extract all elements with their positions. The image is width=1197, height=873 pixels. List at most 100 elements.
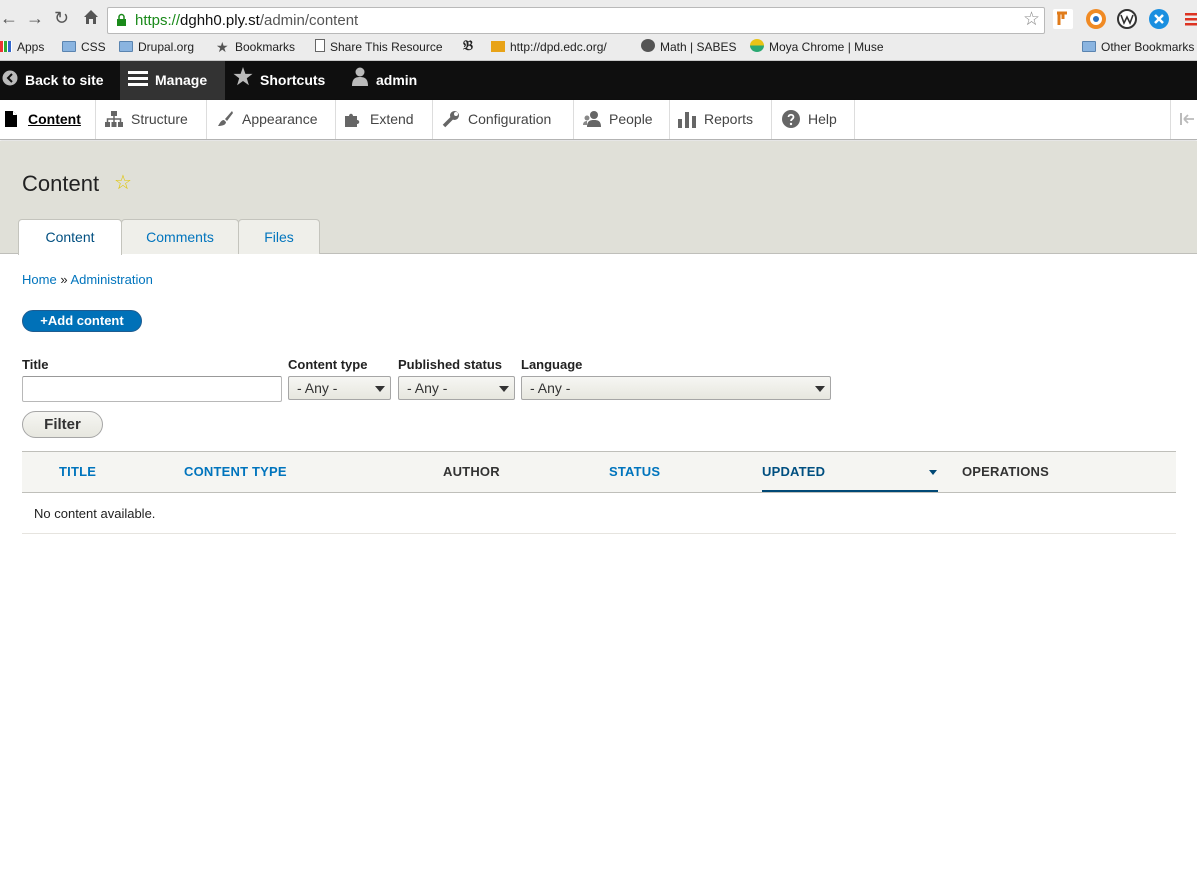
puzzle-icon bbox=[344, 104, 362, 127]
content-type-filter-label: Content type bbox=[288, 357, 368, 372]
bookmark-moya-chrome[interactable]: Moya Chrome | Muse bbox=[750, 39, 885, 55]
lock-icon bbox=[116, 13, 127, 27]
gothic-b-icon: 𝔅 bbox=[463, 39, 474, 54]
sitemap-icon bbox=[105, 104, 123, 127]
bookmarks-bar: Apps CSS Drupal.org ★ Bookmarks Share Thi… bbox=[0, 36, 1197, 58]
column-header-content-type[interactable]: Content type bbox=[184, 452, 287, 492]
table-header: Title Content type Author Status Updated… bbox=[22, 451, 1176, 493]
sort-descending-icon bbox=[929, 470, 937, 475]
paintbrush-icon bbox=[216, 104, 234, 126]
column-header-author: Author bbox=[443, 464, 500, 479]
site-icon bbox=[641, 39, 655, 52]
page-title: Content bbox=[22, 171, 100, 196]
tray-item-people[interactable]: People bbox=[574, 100, 670, 139]
tab-files[interactable]: Files bbox=[238, 219, 320, 254]
chrome-menu-icon[interactable] bbox=[1183, 9, 1197, 29]
page-icon bbox=[315, 39, 325, 52]
tray-orientation-toggle[interactable] bbox=[1170, 100, 1197, 139]
user-tab[interactable]: admin bbox=[351, 61, 417, 100]
bookmark-b-site[interactable]: 𝔅 bbox=[463, 39, 473, 55]
tray-item-structure[interactable]: Structure bbox=[96, 100, 207, 139]
add-content-button[interactable]: +Add content bbox=[22, 310, 142, 332]
admin-toolbar: Back to site Manage Shortcuts admin bbox=[0, 61, 1197, 100]
extension-orange-icon[interactable] bbox=[1053, 9, 1073, 29]
tab-comments[interactable]: Comments bbox=[121, 219, 239, 254]
user-icon bbox=[351, 62, 369, 101]
bar-chart-icon bbox=[678, 104, 696, 128]
published-status-filter-label: Published status bbox=[398, 357, 503, 372]
file-icon bbox=[2, 104, 20, 127]
content-type-select[interactable]: - Any - bbox=[288, 376, 391, 400]
breadcrumb-separator: » bbox=[60, 272, 68, 287]
folder-icon bbox=[1082, 41, 1096, 52]
breadcrumb-administration[interactable]: Administration bbox=[70, 272, 152, 287]
language-select-value: - Any - bbox=[530, 380, 571, 396]
chevron-down-icon bbox=[499, 386, 509, 392]
column-header-updated[interactable]: Updated bbox=[762, 452, 825, 492]
breadcrumb: Home » Administration bbox=[22, 271, 153, 289]
bookmark-bookmarks[interactable]: ★ Bookmarks bbox=[216, 39, 295, 55]
breadcrumb-home[interactable]: Home bbox=[22, 272, 57, 287]
people-icon bbox=[583, 104, 601, 127]
tray-item-content[interactable]: Content bbox=[0, 100, 96, 139]
back-to-site-link[interactable]: Back to site bbox=[0, 61, 104, 100]
url-text: https://dghh0.ply.st/admin/content bbox=[135, 12, 359, 29]
forward-arrow-icon[interactable]: → bbox=[26, 8, 44, 28]
column-header-title[interactable]: Title bbox=[59, 452, 96, 492]
title-filter-label: Title bbox=[22, 357, 49, 372]
help-icon bbox=[782, 104, 800, 128]
tray-item-extend[interactable]: Extend bbox=[336, 100, 433, 139]
bookmark-share-this-resource[interactable]: Share This Resource bbox=[315, 39, 443, 55]
shortcuts-tab[interactable]: Shortcuts bbox=[233, 61, 325, 100]
apps-grid-icon bbox=[0, 41, 12, 52]
hamburger-icon bbox=[128, 62, 148, 101]
bookmark-apps[interactable]: Apps bbox=[0, 39, 44, 55]
content-type-select-value: - Any - bbox=[297, 380, 338, 396]
shortcut-star-icon[interactable]: ☆ bbox=[114, 171, 132, 195]
language-select[interactable]: - Any - bbox=[521, 376, 831, 400]
bookmark-star-icon[interactable]: ☆ bbox=[1023, 10, 1040, 30]
tray-item-reports[interactable]: Reports bbox=[670, 100, 772, 139]
star-icon bbox=[233, 62, 253, 101]
published-status-select-value: - Any - bbox=[407, 380, 448, 396]
back-arrow-icon[interactable]: ← bbox=[0, 8, 18, 28]
admin-tray: Content Structure Appearance Extend Conf… bbox=[0, 100, 1197, 140]
language-filter-label: Language bbox=[521, 357, 583, 372]
bookmark-drupal-org[interactable]: Drupal.org bbox=[119, 39, 194, 55]
back-circle-icon bbox=[2, 62, 18, 101]
empty-table-message: No content available. bbox=[34, 506, 156, 521]
tray-item-appearance[interactable]: Appearance bbox=[207, 100, 336, 139]
address-bar[interactable]: https://dghh0.ply.st/admin/content ☆ bbox=[107, 7, 1045, 34]
browser-url-row: ← → ↻ https://dghh0.ply.st/admin/content… bbox=[0, 2, 1197, 36]
wrench-icon bbox=[442, 104, 460, 128]
chevron-down-icon bbox=[815, 386, 825, 392]
tab-content[interactable]: Content bbox=[18, 219, 122, 255]
site-icon bbox=[491, 41, 505, 52]
column-header-operations: Operations bbox=[962, 464, 1049, 479]
reload-icon[interactable]: ↻ bbox=[54, 8, 69, 28]
tray-item-help[interactable]: Help bbox=[772, 100, 855, 139]
extension-eye-icon[interactable] bbox=[1086, 9, 1106, 29]
collapse-arrow-icon bbox=[1180, 112, 1194, 131]
published-status-select[interactable]: - Any - bbox=[398, 376, 515, 400]
bookmark-dpd[interactable]: http://dpd.edc.org/ bbox=[491, 39, 607, 55]
home-icon[interactable] bbox=[82, 8, 100, 30]
site-icon bbox=[750, 39, 764, 52]
extension-w-icon[interactable] bbox=[1117, 9, 1137, 29]
chevron-down-icon bbox=[375, 386, 385, 392]
star-icon: ★ bbox=[216, 39, 229, 55]
bookmark-css[interactable]: CSS bbox=[62, 39, 106, 55]
filter-button[interactable]: Filter bbox=[22, 411, 103, 438]
folder-icon bbox=[62, 41, 76, 52]
title-filter-input[interactable] bbox=[22, 376, 282, 402]
manage-tab[interactable]: Manage bbox=[120, 61, 225, 100]
folder-icon bbox=[119, 41, 133, 52]
bookmark-math-sabes[interactable]: Math | SABES bbox=[641, 39, 736, 55]
page-header: Content ☆ Content Comments Files bbox=[0, 141, 1197, 255]
table-row: No content available. bbox=[22, 493, 1176, 534]
tray-item-configuration[interactable]: Configuration bbox=[433, 100, 574, 139]
extension-blue-icon[interactable] bbox=[1149, 9, 1169, 29]
column-header-status[interactable]: Status bbox=[609, 452, 660, 492]
bookmark-other-bookmarks[interactable]: Other Bookmarks bbox=[1082, 39, 1194, 55]
browser-chrome: ← → ↻ https://dghh0.ply.st/admin/content… bbox=[0, 0, 1197, 61]
